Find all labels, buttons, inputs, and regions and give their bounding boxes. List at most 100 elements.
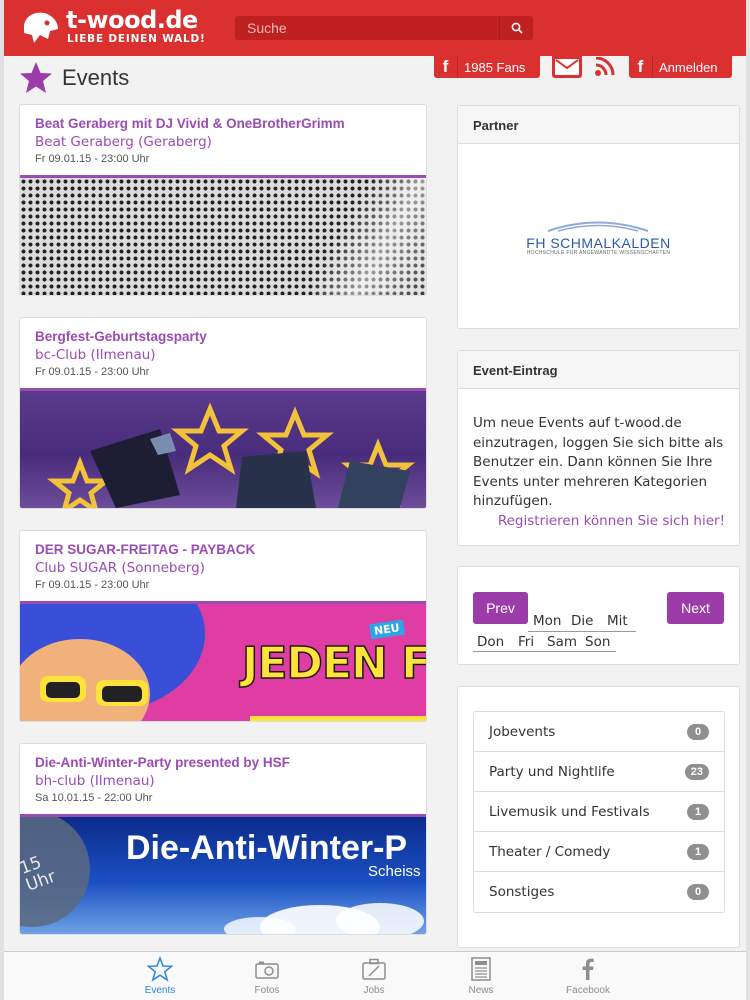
tab-events[interactable]: Events bbox=[125, 956, 195, 996]
event-date: Fr 09.01.15 - 23:00 Uhr bbox=[35, 366, 150, 378]
category-item-sonstiges[interactable]: Sonstiges 0 bbox=[474, 872, 724, 912]
fans-count: 1985 Fans bbox=[464, 59, 526, 75]
mail-icon bbox=[555, 59, 579, 75]
top-bar: t-wood.de LIEBE DEINEN WALD! bbox=[4, 0, 746, 56]
app-root: t-wood.de LIEBE DEINEN WALD! f 1985 Fans bbox=[0, 0, 750, 1000]
event-card-header: Bergfest-Geburtstagsparty bc-Club (Ilmen… bbox=[20, 318, 426, 391]
partner-panel: Partner FH SCHMALKALDEN HOCHSCHULE FÜR A… bbox=[457, 105, 740, 329]
tab-label: Fotos bbox=[254, 985, 280, 996]
event-entry-body: Um neue Events auf t-wood.de einzutragen… bbox=[458, 389, 739, 531]
tab-label: Jobs bbox=[363, 985, 385, 996]
event-card-header: Beat Geraberg mit DJ Vivid & OneBrotherG… bbox=[20, 105, 426, 178]
event-venue: bh-club (Ilmenau) bbox=[35, 773, 155, 789]
page-heading: Events bbox=[62, 65, 130, 90]
event-title[interactable]: Die-Anti-Winter-Party presented by HSF bbox=[35, 754, 411, 771]
partner-logo[interactable]: FH SCHMALKALDEN HOCHSCHULE FÜR ANGEWANDT… bbox=[458, 144, 739, 329]
weekday-underline bbox=[473, 651, 616, 652]
event-card[interactable]: DER SUGAR-FREITAG - PAYBACK Club SUGAR (… bbox=[19, 530, 427, 722]
category-count-badge: 1 bbox=[687, 803, 709, 820]
weekday-fri[interactable]: Fri bbox=[518, 634, 534, 650]
category-label: Party und Nightlife bbox=[489, 763, 615, 780]
prev-button[interactable]: Prev bbox=[473, 592, 528, 624]
event-date: Sa 10.01.15 - 22:00 Uhr bbox=[35, 792, 153, 804]
category-count-badge: 1 bbox=[687, 843, 709, 860]
event-date: Fr 09.01.15 - 23:00 Uhr bbox=[35, 579, 150, 591]
facebook-fans-button[interactable]: f 1985 Fans bbox=[434, 56, 540, 78]
weekday-don[interactable]: Don bbox=[477, 634, 504, 650]
weekday-die[interactable]: Die bbox=[571, 613, 593, 629]
event-entry-panel: Event-Eintrag Um neue Events auf t-wood.… bbox=[457, 350, 740, 546]
bottom-tab-bar: Events Fotos Jobs News Facebook bbox=[4, 951, 746, 1000]
newspaper-icon bbox=[471, 957, 491, 981]
category-label: Theater / Comedy bbox=[489, 843, 611, 860]
category-item-jobevents[interactable]: Jobevents 0 bbox=[474, 712, 724, 752]
login-label: Anmelden bbox=[659, 59, 718, 75]
weekday-son[interactable]: Son bbox=[585, 634, 610, 650]
calendar-panel: Prev Next Mon Die Mit Don Fri Sam Son bbox=[457, 566, 740, 665]
event-image-subtext: Scheiss bbox=[368, 863, 421, 880]
page-title: Events bbox=[18, 60, 129, 96]
mail-button[interactable] bbox=[552, 56, 582, 78]
search-button[interactable] bbox=[499, 16, 533, 40]
event-card[interactable]: Bergfest-Geburtstagsparty bc-Club (Ilmen… bbox=[19, 317, 427, 509]
star-icon bbox=[20, 62, 52, 93]
star-icon bbox=[147, 956, 173, 982]
logo-mark-icon bbox=[24, 12, 58, 43]
site-logo[interactable]: t-wood.de LIEBE DEINEN WALD! bbox=[18, 7, 208, 49]
event-image[interactable] bbox=[20, 178, 426, 295]
event-title[interactable]: Beat Geraberg mit DJ Vivid & OneBrotherG… bbox=[35, 115, 411, 132]
category-item-party[interactable]: Party und Nightlife 23 bbox=[474, 752, 724, 792]
event-date: Fr 09.01.15 - 23:00 Uhr bbox=[35, 153, 150, 165]
event-image[interactable]: JEDEN FR NEU bbox=[20, 604, 426, 721]
tab-news[interactable]: News bbox=[446, 956, 516, 996]
tab-facebook[interactable]: Facebook bbox=[553, 956, 623, 996]
event-card[interactable]: Beat Geraberg mit DJ Vivid & OneBrotherG… bbox=[19, 104, 427, 296]
logo-slogan: LIEBE DEINEN WALD! bbox=[67, 33, 206, 45]
event-venue: bc-Club (Ilmenau) bbox=[35, 347, 156, 363]
facebook-icon: f bbox=[629, 56, 653, 78]
category-count-badge: 0 bbox=[687, 884, 709, 900]
facebook-icon: f bbox=[434, 56, 458, 78]
category-count-badge: 23 bbox=[684, 763, 709, 780]
partner-logo-arc-icon bbox=[548, 221, 649, 232]
weekday-mon[interactable]: Mon bbox=[533, 613, 561, 629]
category-label: Livemusik und Festivals bbox=[489, 803, 650, 820]
event-card-header: Die-Anti-Winter-Party presented by HSF b… bbox=[20, 744, 426, 817]
search-box bbox=[235, 16, 533, 40]
category-label: Jobevents bbox=[489, 723, 556, 740]
rss-button[interactable] bbox=[592, 56, 618, 78]
category-item-theater[interactable]: Theater / Comedy 1 bbox=[474, 832, 724, 872]
rss-icon bbox=[595, 57, 615, 76]
event-image-text: Die-Anti-Winter-P bbox=[126, 829, 408, 867]
search-input[interactable] bbox=[235, 16, 497, 40]
tab-fotos[interactable]: Fotos bbox=[232, 956, 302, 996]
weekday-sam[interactable]: Sam bbox=[547, 634, 577, 650]
event-image[interactable] bbox=[20, 391, 426, 508]
next-button[interactable]: Next bbox=[667, 592, 724, 624]
tab-label: News bbox=[468, 985, 494, 996]
tab-label: Facebook bbox=[566, 985, 610, 996]
event-image-art bbox=[46, 402, 415, 508]
event-venue: Beat Geraberg (Geraberg) bbox=[35, 134, 212, 150]
category-item-livemusik[interactable]: Livemusik und Festivals 1 bbox=[474, 792, 724, 832]
tab-label: Events bbox=[144, 985, 176, 996]
event-title[interactable]: Bergfest-Geburtstagsparty bbox=[35, 328, 411, 345]
event-entry-text: Um neue Events auf t-wood.de einzutragen… bbox=[473, 415, 724, 509]
partner-name: FH SCHMALKALDEN bbox=[526, 235, 671, 251]
weekday-mit[interactable]: Mit bbox=[607, 613, 628, 629]
briefcase-icon bbox=[362, 958, 386, 980]
partner-subtitle: HOCHSCHULE FÜR ANGEWANDTE WISSENSCHAFTEN bbox=[526, 250, 671, 256]
event-image-text: JEDEN FR bbox=[241, 637, 426, 690]
register-link[interactable]: Registrieren können Sie sich hier! bbox=[473, 512, 725, 532]
camera-icon bbox=[255, 961, 279, 979]
category-list: Jobevents 0 Party und Nightlife 23 Livem… bbox=[473, 711, 725, 913]
category-count-badge: 0 bbox=[687, 723, 709, 740]
event-title[interactable]: DER SUGAR-FREITAG - PAYBACK bbox=[35, 541, 411, 558]
event-venue: Club SUGAR (Sonneberg) bbox=[35, 560, 205, 576]
login-button[interactable]: f Anmelden bbox=[629, 56, 732, 78]
event-card[interactable]: Die-Anti-Winter-Party presented by HSF b… bbox=[19, 743, 427, 935]
event-image[interactable]: 15 Uhr Die-Anti-Winter-P Scheiss bbox=[20, 817, 426, 934]
tab-jobs[interactable]: Jobs bbox=[339, 956, 409, 996]
search-icon bbox=[511, 22, 523, 34]
weekday-underline bbox=[528, 631, 636, 632]
